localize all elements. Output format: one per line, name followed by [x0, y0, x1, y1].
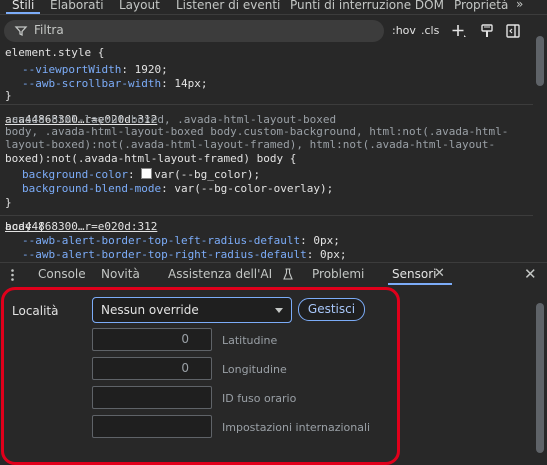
styles-scrollbar[interactable]: [536, 36, 544, 86]
location-label: Località: [12, 304, 59, 318]
location-select-value: Nessun override: [101, 303, 199, 317]
rule-close-brace: }: [5, 196, 12, 209]
css-property: --awb-alert-border-top-left-radius-defau…: [22, 234, 301, 247]
tab-event-listeners[interactable]: Listener di eventi: [176, 0, 280, 14]
drawer-tab-console[interactable]: Console: [38, 267, 86, 281]
class-toggle[interactable]: .cls: [421, 24, 439, 37]
chevron-down-icon: [275, 308, 283, 313]
styles-toolbar: Filtra :hov .cls: [0, 15, 547, 45]
sensors-panel: Località Nessun override Gestisci 0 Lati…: [0, 285, 547, 465]
css-declaration[interactable]: --awb-alert-border-top-left-radius-defau…: [22, 234, 340, 248]
element-style-rule: element.style { --viewportWidth: 1920; -…: [0, 44, 533, 105]
css-value: 0px;: [320, 248, 347, 261]
latitude-field[interactable]: 0: [92, 328, 212, 351]
css-declaration[interactable]: --awb-alert-border-top-right-radius-defa…: [22, 248, 347, 262]
longitude-label: Longitudine: [222, 363, 287, 376]
more-tabs-icon[interactable]: »: [516, 0, 523, 11]
timezone-id-label: ID fuso orario: [222, 392, 297, 405]
flask-icon: [283, 268, 293, 280]
css-property: background-color: [22, 168, 128, 181]
color-swatch[interactable]: [141, 168, 153, 179]
add-rule-icon[interactable]: [451, 23, 467, 39]
body-rule: aca44868300…r=e020d:312 body { --awb-ale…: [0, 216, 533, 262]
tab-dom-breakpoints[interactable]: Punti di interruzione DOM: [290, 0, 444, 14]
toggle-sidebar-icon[interactable]: [505, 23, 521, 39]
css-property: --viewportWidth: [22, 63, 122, 76]
rule-close-brace: }: [5, 89, 12, 102]
css-value: 14px;: [174, 77, 208, 90]
timezone-id-field[interactable]: [92, 386, 212, 409]
css-property: --awb-scrollbar-width: [22, 77, 162, 90]
locale-label: Impostazioni internazionali: [222, 421, 371, 434]
stylesheet-link[interactable]: aca44868300…r=e020d:312: [5, 220, 527, 234]
css-value: var(--bg_color);: [154, 168, 261, 181]
hover-state-toggle[interactable]: :hov: [392, 24, 416, 37]
rule-selector[interactable]: boxed):not(.avada-html-layout-framed) bo…: [5, 152, 296, 166]
longitude-value: 0: [181, 361, 189, 375]
css-declaration[interactable]: --viewportWidth: 1920;: [22, 63, 168, 77]
close-tab-icon[interactable]: ✕: [434, 266, 445, 281]
latitude-value: 0: [181, 332, 189, 346]
tab-computed[interactable]: Elaborati: [50, 0, 104, 14]
rule-selector[interactable]: body, .avada-html-layout-boxed body.cust…: [5, 125, 508, 139]
css-property: --awb-alert-border-top-right-radius-defa…: [22, 248, 307, 261]
drawer-tab-issues[interactable]: Problemi: [312, 267, 364, 281]
css-value: 0px;: [313, 234, 340, 247]
css-property: background-blend-mode: [22, 182, 162, 195]
drawer-tab-whats-new[interactable]: Novità: [101, 267, 140, 281]
funnel-icon: [14, 26, 28, 37]
rule-selector[interactable]: layout-boxed):not(.avada-html-layout-fra…: [5, 138, 495, 152]
avada-layout-rule: aca44868300…r=e020d:312 .avada-html-layo…: [0, 107, 533, 216]
location-select[interactable]: Nessun override: [92, 297, 292, 323]
styles-tab-strip: Stili Elaborati Layout Listener di event…: [0, 0, 547, 15]
css-declaration[interactable]: background-color: var(--bg_color);: [22, 168, 260, 182]
css-value: var(--bg-color-overlay);: [174, 182, 334, 195]
manage-button[interactable]: Gestisci: [298, 298, 365, 321]
sensors-scrollbar[interactable]: [536, 303, 544, 453]
filter-input[interactable]: Filtra: [4, 20, 384, 42]
styles-pane: element.style { --viewportWidth: 1920; -…: [0, 44, 533, 262]
drawer-tab-bar: Console Novità Assistenza dell'AI Proble…: [0, 262, 547, 286]
tab-properties[interactable]: Proprietà: [454, 0, 508, 14]
tab-styles[interactable]: Stili: [5, 0, 41, 14]
close-drawer-icon[interactable]: ✕: [524, 265, 537, 283]
locale-field[interactable]: [92, 415, 212, 438]
rule-selector[interactable]: element.style {: [5, 46, 104, 60]
drawer-tab-sensors[interactable]: Sensori: [387, 267, 454, 285]
drawer-tab-ai-assistance[interactable]: Assistenza dell'AI: [168, 267, 272, 281]
tab-layout[interactable]: Layout: [119, 0, 160, 14]
filter-placeholder: Filtra: [34, 23, 64, 37]
longitude-field[interactable]: 0: [92, 357, 212, 380]
css-declaration[interactable]: background-blend-mode: var(--bg-color-ov…: [22, 182, 333, 196]
latitude-label: Latitudine: [222, 334, 278, 347]
more-tools-icon[interactable]: [11, 269, 14, 281]
rule-selector[interactable]: body {: [5, 220, 45, 234]
css-value: 1920;: [134, 63, 168, 76]
color-format-icon[interactable]: [479, 23, 495, 39]
css-declaration[interactable]: --awb-scrollbar-width: 14px;: [22, 77, 207, 91]
